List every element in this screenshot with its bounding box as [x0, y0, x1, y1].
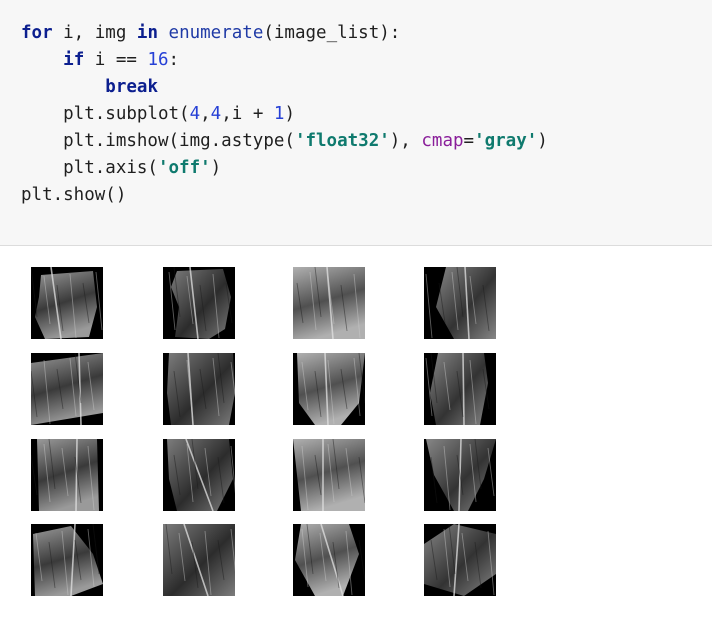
leaf-image-6	[163, 353, 235, 425]
code-token: plt.imshow(img.astype(	[21, 131, 295, 151]
code-token: )	[210, 158, 222, 178]
code-line: plt.show()	[21, 182, 548, 209]
code-line: plt.axis('off')	[21, 155, 548, 182]
code-token: plt.subplot(	[21, 104, 190, 124]
code-token: 1	[273, 104, 285, 124]
leaf-image-16	[424, 524, 496, 596]
leaf-image-3	[293, 267, 365, 339]
code-token: 4	[210, 104, 222, 124]
leaf-image-1	[31, 267, 103, 339]
code-line: if i == 16:	[21, 47, 548, 74]
code-token: 'gray'	[474, 131, 538, 151]
code-token: if	[63, 50, 85, 70]
leaf-image-8	[424, 353, 496, 425]
code-token: for	[21, 23, 53, 43]
code-token: 4	[189, 104, 201, 124]
leaf-image-14	[163, 524, 235, 596]
code-line: plt.imshow(img.astype('float32'), cmap='…	[21, 128, 548, 155]
code-token: plt.show()	[21, 185, 127, 205]
leaf-image-10	[163, 439, 235, 511]
leaf-image-12	[424, 439, 496, 511]
code-token: plt.axis(	[21, 158, 158, 178]
code-token: enumerate	[168, 23, 264, 43]
code-line: for i, img in enumerate(image_list):	[21, 20, 548, 47]
code-line: break	[21, 74, 548, 101]
output-cell	[0, 247, 712, 631]
leaf-image-7	[293, 353, 365, 425]
code-editor[interactable]: for i, img in enumerate(image_list): if …	[21, 20, 548, 209]
code-token: ,	[200, 104, 211, 124]
code-token: i, img	[52, 23, 137, 43]
code-token: (image_list):	[263, 23, 401, 43]
code-token: =	[463, 131, 475, 151]
leaf-image-11	[293, 439, 365, 511]
code-token: break	[105, 77, 158, 97]
leaf-image-13	[31, 524, 103, 596]
code-token: )	[284, 104, 295, 124]
image-grid	[31, 267, 511, 607]
code-token: i ==	[84, 50, 148, 70]
code-token: ,i +	[221, 104, 274, 124]
code-token: )	[537, 131, 548, 151]
leaf-image-15	[293, 524, 365, 596]
code-token: cmap	[421, 131, 464, 151]
code-token: 16	[147, 50, 169, 70]
leaf-image-4	[424, 267, 496, 339]
code-token: ),	[389, 131, 422, 151]
code-cell[interactable]: for i, img in enumerate(image_list): if …	[0, 0, 712, 246]
leaf-image-2	[163, 267, 235, 339]
code-token: 'off'	[157, 158, 211, 178]
leaf-image-5	[31, 353, 103, 425]
notebook: for i, img in enumerate(image_list): if …	[0, 0, 712, 631]
code-token: :	[168, 50, 180, 70]
leaf-image-9	[31, 439, 103, 511]
code-token: in	[136, 23, 158, 43]
code-line: plt.subplot(4,4,i + 1)	[21, 101, 548, 128]
code-token: 'float32'	[294, 131, 390, 151]
